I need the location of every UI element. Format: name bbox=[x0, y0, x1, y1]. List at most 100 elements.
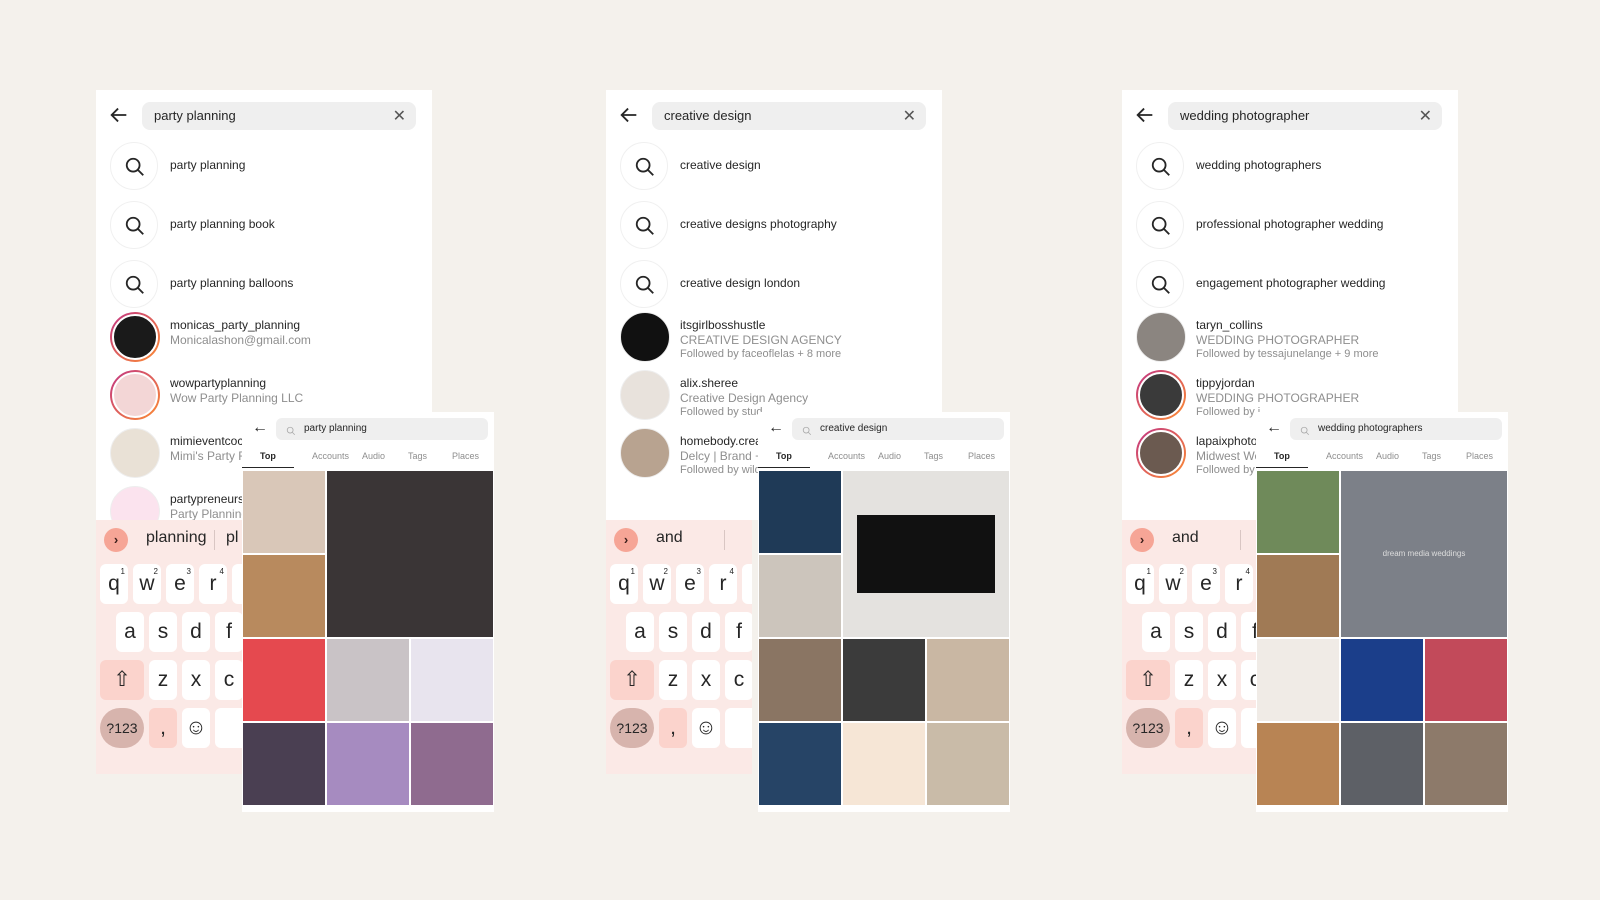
suggestion-item[interactable]: creative design london bbox=[620, 260, 930, 308]
result-thumbnail[interactable] bbox=[1256, 554, 1340, 638]
tab-audio[interactable]: Audio bbox=[878, 451, 901, 461]
result-thumbnail[interactable] bbox=[1256, 722, 1340, 806]
comma-key[interactable]: , bbox=[659, 708, 687, 748]
key-c[interactable]: c bbox=[215, 660, 242, 700]
result-thumbnail[interactable] bbox=[758, 638, 842, 722]
suggestion-item[interactable]: professional photographer wedding bbox=[1136, 201, 1446, 249]
space-key[interactable] bbox=[215, 708, 242, 748]
result-thumbnail[interactable] bbox=[242, 554, 326, 638]
clear-icon[interactable]: ✕ bbox=[903, 106, 916, 126]
space-key[interactable] bbox=[725, 708, 752, 748]
result-thumbnail[interactable] bbox=[410, 722, 494, 806]
key-w[interactable]: w2 bbox=[643, 564, 671, 604]
key-a[interactable]: a bbox=[116, 612, 144, 652]
back-arrow-icon[interactable]: ← bbox=[252, 419, 268, 437]
key-z[interactable]: z bbox=[149, 660, 177, 700]
shift-key[interactable]: ⇧ bbox=[100, 660, 144, 700]
tab-places[interactable]: Places bbox=[452, 451, 479, 461]
emoji-icon[interactable]: ☺ bbox=[182, 708, 210, 748]
key-f[interactable]: f bbox=[215, 612, 242, 652]
key-a[interactable]: a bbox=[626, 612, 654, 652]
emoji-icon[interactable]: ☺ bbox=[1208, 708, 1236, 748]
symbols-key[interactable]: ?123 bbox=[1126, 708, 1170, 748]
key-z[interactable]: z bbox=[1175, 660, 1203, 700]
account-item[interactable]: itsgirlbosshustle CREATIVE DESIGN AGENCY F… bbox=[620, 312, 940, 366]
key-a[interactable]: a bbox=[1142, 612, 1170, 652]
account-item[interactable]: taryn_collins WEDDING PHOTOGRAPHER Followe… bbox=[1136, 312, 1456, 366]
result-thumbnail[interactable] bbox=[1424, 638, 1508, 722]
search-input[interactable]: wedding photographer ✕ bbox=[1168, 102, 1442, 130]
tab-top[interactable]: Top bbox=[1274, 451, 1290, 461]
results-search-input[interactable]: creative design bbox=[792, 418, 1004, 440]
result-thumbnail[interactable] bbox=[326, 638, 410, 722]
shift-key[interactable]: ⇧ bbox=[1126, 660, 1170, 700]
comma-key[interactable]: , bbox=[149, 708, 177, 748]
key-c[interactable]: c bbox=[725, 660, 752, 700]
result-thumbnail[interactable] bbox=[326, 470, 494, 638]
result-thumbnail[interactable] bbox=[758, 554, 842, 638]
tab-places[interactable]: Places bbox=[1466, 451, 1493, 461]
keyboard-suggestion[interactable]: planning bbox=[146, 529, 207, 547]
keyboard-suggestion[interactable]: and bbox=[1172, 529, 1199, 547]
key-f[interactable]: f bbox=[725, 612, 752, 652]
result-thumbnail[interactable] bbox=[1256, 470, 1340, 554]
key-r[interactable]: r4 bbox=[199, 564, 227, 604]
result-thumbnail[interactable] bbox=[1340, 722, 1424, 806]
suggestion-item[interactable]: party planning bbox=[110, 142, 420, 190]
back-arrow-icon[interactable] bbox=[108, 104, 132, 128]
result-thumbnail[interactable] bbox=[410, 638, 494, 722]
key-t[interactable]: t5 bbox=[232, 564, 242, 604]
key-r[interactable]: r4 bbox=[1225, 564, 1253, 604]
result-thumbnail[interactable] bbox=[326, 722, 410, 806]
account-item[interactable]: monicas_party_planning Monicalashon@gmail… bbox=[110, 312, 430, 366]
tab-tags[interactable]: Tags bbox=[408, 451, 427, 461]
result-thumbnail[interactable] bbox=[758, 470, 842, 554]
back-arrow-icon[interactable] bbox=[618, 104, 642, 128]
back-arrow-icon[interactable]: ← bbox=[1266, 419, 1282, 437]
search-query[interactable]: wedding photographer bbox=[1180, 108, 1309, 123]
key-e[interactable]: e3 bbox=[1192, 564, 1220, 604]
back-arrow-icon[interactable] bbox=[1134, 104, 1158, 128]
result-thumbnail[interactable] bbox=[242, 722, 326, 806]
tab-tags[interactable]: Tags bbox=[924, 451, 943, 461]
suggestion-item[interactable]: party planning balloons bbox=[110, 260, 420, 308]
suggestion-item[interactable]: creative design bbox=[620, 142, 930, 190]
key-q[interactable]: q1 bbox=[100, 564, 128, 604]
search-input[interactable]: party planning ✕ bbox=[142, 102, 416, 130]
tab-accounts[interactable]: Accounts bbox=[312, 451, 349, 461]
result-thumbnail[interactable] bbox=[926, 722, 1010, 806]
clear-icon[interactable]: ✕ bbox=[1419, 106, 1432, 126]
key-s[interactable]: s bbox=[1175, 612, 1203, 652]
result-thumbnail[interactable] bbox=[758, 722, 842, 806]
key-r[interactable]: r4 bbox=[709, 564, 737, 604]
key-e[interactable]: e3 bbox=[676, 564, 704, 604]
key-s[interactable]: s bbox=[659, 612, 687, 652]
expand-chevron-icon[interactable]: › bbox=[614, 528, 638, 552]
key-e[interactable]: e3 bbox=[166, 564, 194, 604]
key-d[interactable]: d bbox=[692, 612, 720, 652]
comma-key[interactable]: , bbox=[1175, 708, 1203, 748]
key-d[interactable]: d bbox=[1208, 612, 1236, 652]
symbols-key[interactable]: ?123 bbox=[100, 708, 144, 748]
symbols-key[interactable]: ?123 bbox=[610, 708, 654, 748]
tab-accounts[interactable]: Accounts bbox=[828, 451, 865, 461]
search-query[interactable]: party planning bbox=[154, 108, 236, 123]
result-thumbnail[interactable] bbox=[1424, 722, 1508, 806]
tab-places[interactable]: Places bbox=[968, 451, 995, 461]
key-q[interactable]: q1 bbox=[1126, 564, 1154, 604]
tab-audio[interactable]: Audio bbox=[362, 451, 385, 461]
clear-icon[interactable]: ✕ bbox=[393, 106, 406, 126]
key-w[interactable]: w2 bbox=[1159, 564, 1187, 604]
tab-accounts[interactable]: Accounts bbox=[1326, 451, 1363, 461]
expand-chevron-icon[interactable]: › bbox=[1130, 528, 1154, 552]
key-t[interactable]: t5 bbox=[742, 564, 752, 604]
shift-key[interactable]: ⇧ bbox=[610, 660, 654, 700]
search-input[interactable]: creative design ✕ bbox=[652, 102, 926, 130]
key-d[interactable]: d bbox=[182, 612, 210, 652]
key-z[interactable]: z bbox=[659, 660, 687, 700]
result-thumbnail[interactable]: dream media weddings bbox=[1340, 470, 1508, 638]
tab-audio[interactable]: Audio bbox=[1376, 451, 1399, 461]
suggestion-item[interactable]: engagement photographer wedding bbox=[1136, 260, 1446, 308]
result-thumbnail[interactable] bbox=[842, 470, 1010, 638]
tab-tags[interactable]: Tags bbox=[1422, 451, 1441, 461]
